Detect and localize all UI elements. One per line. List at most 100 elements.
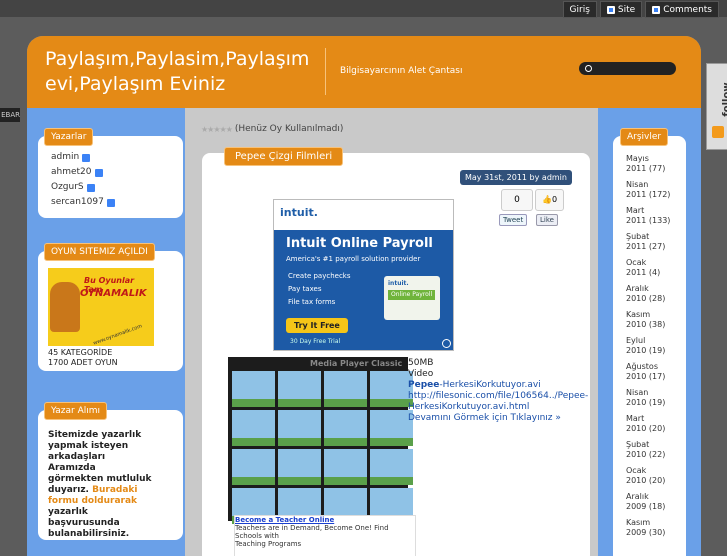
archive-item[interactable]: Mart 2011 (133) [626,206,686,232]
download-url-line2[interactable]: HerkesiKorkutuyor.avi.html [408,402,588,413]
archive-year[interactable]: 2011 [626,268,646,277]
archive-count: (20) [648,476,666,485]
archive-item[interactable]: Şubat 2010 (22) [626,440,686,466]
archive-year[interactable]: 2010 [626,346,646,355]
rss-icon[interactable] [712,126,724,138]
archive-year[interactable]: 2011 [626,242,646,251]
share-count: 0 [501,189,533,211]
archive-year[interactable]: 2010 [626,320,646,329]
archive-count: (19) [648,346,666,355]
archive-month[interactable]: Şubat [626,232,649,241]
teacher-ad-title[interactable]: Become a Teacher Online [235,516,334,524]
author-item[interactable]: sercan1097 [51,195,183,210]
header-divider [325,48,326,95]
rss-icon[interactable] [106,198,115,207]
read-more-link[interactable]: Devamını Görmek için Tıklayınız » [408,413,588,424]
ad-bullet: File tax forms [288,298,336,306]
archive-month[interactable]: Eylul [626,336,645,345]
archive-year[interactable]: 2011 [626,216,646,225]
author-link[interactable]: admin [51,150,79,165]
search-input[interactable] [579,62,676,75]
archive-item[interactable]: Aralık 2010 (28) [626,284,686,310]
game-banner[interactable]: Bu Oyunlar Tam OYNAMALIK www.oynamalik.c… [48,268,154,346]
comments-feed-link[interactable]: Comments [645,1,719,18]
facebook-like-button[interactable]: Like [536,214,558,226]
ad-box-label: Online Payroll [388,290,436,300]
game-banner-url: www.oynamalik.com [92,323,144,346]
archive-month[interactable]: Nisan [626,388,648,397]
file-info: 50MB Video Pepee-HerkesiKorkutuyor.avi h… [408,358,588,424]
archive-month[interactable]: Şubat [626,440,649,449]
archive-month[interactable]: Nisan [626,180,648,189]
archive-month[interactable]: Kasım [626,518,650,527]
site-feed-label: Site [617,4,636,15]
video-screenshot[interactable]: Media Player Classic [228,357,413,524]
archive-count: (27) [648,242,666,251]
rss-icon[interactable] [86,183,95,192]
rss-icon[interactable] [82,153,91,162]
archive-year[interactable]: 2009 [626,528,646,537]
tweet-button[interactable]: Tweet [499,214,528,226]
author-item[interactable]: ahmet20 [51,165,183,180]
rss-icon[interactable] [94,168,103,177]
rating-stars-icon[interactable]: ★★★★★ [201,125,233,134]
archive-year[interactable]: 2010 [626,372,646,381]
archive-year[interactable]: 2010 [626,424,646,433]
archive-year[interactable]: 2009 [626,502,646,511]
archive-month[interactable]: Aralık [626,492,649,501]
archive-year[interactable]: 2010 [626,450,646,459]
archive-year[interactable]: 2010 [626,398,646,407]
author-item[interactable]: OzgurS [51,180,183,195]
author-link[interactable]: ahmet20 [51,165,92,180]
site-title[interactable]: Paylaşım,Paylasim,Paylaşım evi,Paylaşım … [45,47,325,97]
ad-info-icon[interactable] [442,339,451,348]
sidebar-tab[interactable]: EBAR [0,108,20,122]
site-feed-link[interactable]: Site [599,1,643,18]
archive-item[interactable]: Şubat 2011 (27) [626,232,686,258]
archive-year[interactable]: 2011 [626,190,646,199]
post-title[interactable]: Pepee Çizgi Filmleri [224,147,344,166]
ad-product-box: intuit. Online Payroll [384,276,440,320]
author-link[interactable]: sercan1097 [51,195,104,210]
archive-item[interactable]: Mayıs 2011 (77) [626,154,686,180]
archive-item[interactable]: Kasım 2009 (30) [626,518,686,544]
archive-item[interactable]: Aralık 2009 (18) [626,492,686,518]
archive-item[interactable]: Eylul 2010 (19) [626,336,686,362]
archive-item[interactable]: Kasım 2010 (38) [626,310,686,336]
like-count: 0 [551,195,558,204]
payroll-ad[interactable]: intuit. Intuit Online Payroll America's … [273,199,454,351]
teacher-ad[interactable]: Become a Teacher Online Teachers are in … [234,515,416,556]
follow-tab[interactable]: follow [706,63,727,150]
archive-item[interactable]: Ocak 2011 (4) [626,258,686,284]
game-widget-title: OYUN SITEMIZ AÇILDI [44,243,155,261]
top-nav: Giriş Site Comments [562,1,719,18]
archive-month[interactable]: Aralık [626,284,649,293]
thumbnail [278,449,321,485]
ad-bullet: Create paychecks [288,272,351,280]
author-link[interactable]: OzgurS [51,180,84,195]
archive-month[interactable]: Mayıs [626,154,649,163]
download-url-line1[interactable]: http://filesonic.com/file/106564../Pepee… [408,391,588,402]
archive-item[interactable]: Nisan 2011 (172) [626,180,686,206]
archive-item[interactable]: Ocak 2010 (20) [626,466,686,492]
login-label: Giriş [569,4,590,15]
archive-month[interactable]: Ocak [626,258,646,267]
thumbs-up-button[interactable]: 👍0 [535,189,564,211]
archive-item[interactable]: Mart 2010 (20) [626,414,686,440]
author-item[interactable]: admin [51,150,183,165]
archive-year[interactable]: 2010 [626,294,646,303]
archive-month[interactable]: Kasım [626,310,650,319]
rss-icon [606,5,615,14]
archive-year[interactable]: 2010 [626,476,646,485]
archive-month[interactable]: Mart [626,414,644,423]
archive-count: (77) [648,164,666,173]
try-it-free-button[interactable]: Try It Free [286,318,348,333]
archive-item[interactable]: Nisan 2010 (19) [626,388,686,414]
archive-count: (19) [648,398,666,407]
archive-month[interactable]: Ağustos [626,362,658,371]
archive-month[interactable]: Ocak [626,466,646,475]
archive-item[interactable]: Ağustos 2010 (17) [626,362,686,388]
archive-month[interactable]: Mart [626,206,644,215]
login-link[interactable]: Giriş [562,1,597,18]
archive-year[interactable]: 2011 [626,164,646,173]
